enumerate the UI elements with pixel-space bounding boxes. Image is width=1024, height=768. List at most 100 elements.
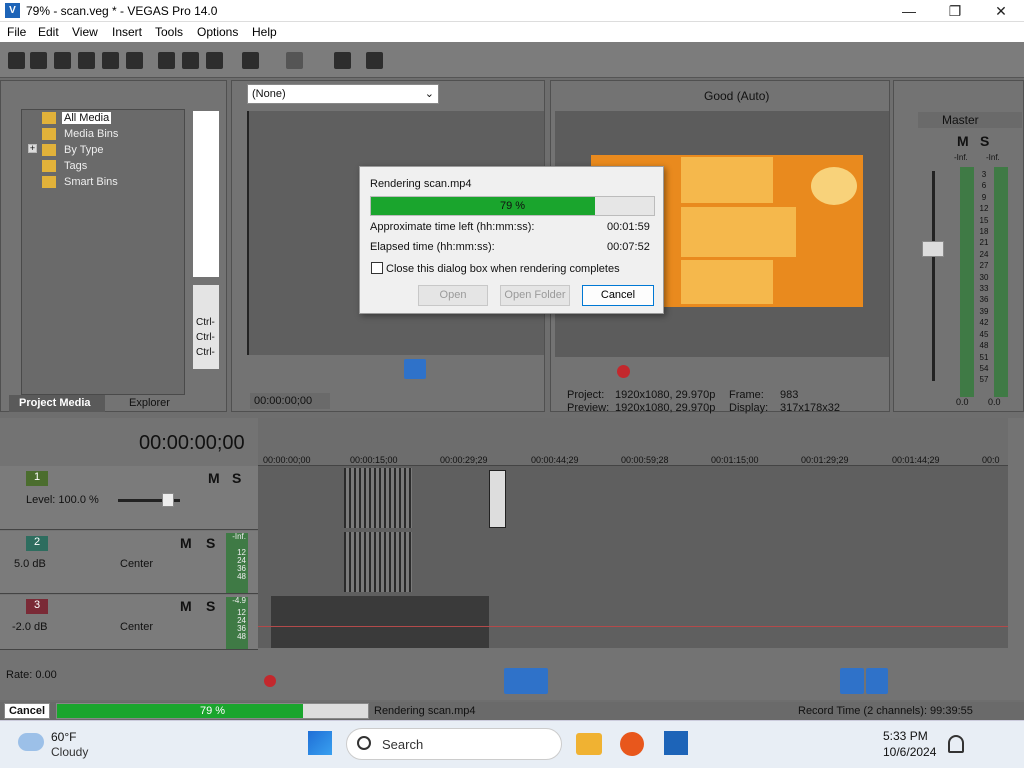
open-icon[interactable] [30,52,47,69]
close-button[interactable]: ✕ [978,0,1024,22]
menu-tools[interactable]: Tools [155,25,183,39]
save-icon[interactable] [54,52,71,69]
master-inf-right: -Inf. [986,153,1000,162]
help-icon[interactable] [366,52,383,69]
clock-date[interactable]: 10/6/2024 [883,745,936,759]
menu-view[interactable]: View [72,25,98,39]
track-solo[interactable]: S [206,535,215,551]
db-scale-tick: 24 [979,249,989,259]
video-clip[interactable] [489,470,506,528]
tab-explorer[interactable]: Explorer [129,397,170,409]
properties-icon[interactable] [126,52,143,69]
track-mute[interactable]: M [208,470,220,486]
status-cancel-button[interactable]: Cancel [4,703,50,719]
track-header-audio-2: 2 M S 5.0 dB Center -Inf. 12 24 36 48 [0,531,258,594]
menu-insert[interactable]: Insert [112,25,142,39]
clock-time[interactable]: 5:33 PM [883,729,928,743]
db-scale-tick: 30 [979,272,989,282]
render-progress-bar: 79 % [370,196,655,216]
trimmer-active-tool-icon[interactable] [404,359,426,379]
record-time: Record Time (2 channels): 99:39:55 [798,705,973,717]
media-key-panel: Ctrl- Ctrl- Ctrl- [193,285,219,369]
weather-status[interactable]: Cloudy [51,745,88,759]
time-left-value: 00:01:59 [607,221,650,233]
taskbar-search[interactable]: Search [346,728,562,760]
close-when-done-checkbox[interactable] [371,262,383,274]
tree-media-bins[interactable]: Media Bins [64,128,118,140]
snapping-icon[interactable] [840,668,864,694]
db-scale-tick: 33 [979,284,989,294]
master-bus-panel: Master M S -Inf. -Inf. 3 6 9 12 15 18 21 24 27 30… [893,80,1024,412]
master-val-left: 0.0 [956,397,969,407]
open-folder-button[interactable]: Open Folder [500,285,570,306]
expand-icon[interactable]: + [28,144,37,153]
db-scale-tick: 54 [979,363,989,373]
notification-bell-icon[interactable] [948,735,964,753]
close-when-done-label: Close this dialog box when rendering com… [386,263,620,275]
track-number: 1 [26,471,48,486]
cancel-render-button[interactable]: Cancel [582,285,654,306]
track-solo[interactable]: S [206,598,215,614]
tree-smart-bins[interactable]: Smart Bins [64,176,118,188]
tree-tags[interactable]: Tags [64,160,87,172]
level-slider-handle[interactable] [162,493,174,507]
minimize-button[interactable]: — [886,0,932,22]
plugin-icon[interactable] [334,52,351,69]
new-icon[interactable] [8,52,25,69]
menu-bar: File Edit View Insert Tools Options Help [0,22,1024,42]
redo-icon[interactable] [286,52,303,69]
track-header-audio-3: 3 M S -2.0 dB Center -4.9 12 24 36 48 [0,595,258,650]
record-icon[interactable] [617,365,630,378]
db-scale-tick: 36 [979,295,989,305]
file-explorer-icon[interactable] [576,733,602,755]
elapsed-label: Elapsed time (hh:mm:ss): [370,241,495,253]
render-icon[interactable] [102,52,119,69]
weather-temp[interactable]: 60°F [51,730,76,744]
start-icon[interactable] [308,731,332,755]
menu-options[interactable]: Options [197,25,238,39]
master-mute[interactable]: M [957,133,969,149]
master-title: Master [918,112,1022,128]
maximize-button[interactable]: ❐ [932,0,978,22]
tree-all-media[interactable]: All Media [62,112,112,124]
audio-clip-cluster[interactable] [344,532,412,592]
dialog-title: Rendering scan.mp4 [370,178,472,190]
save-as-icon[interactable] [78,52,95,69]
db-scale-tick: 27 [979,261,989,271]
undo-icon[interactable] [242,52,259,69]
vegas-taskbar-icon[interactable] [664,731,688,755]
paste-icon[interactable] [206,52,223,69]
folder-icon [42,176,56,188]
menu-help[interactable]: Help [252,25,277,39]
master-fader-track [932,171,935,381]
track-solo[interactable]: S [232,470,241,486]
firefox-icon[interactable] [620,732,644,756]
record-icon[interactable] [264,675,276,687]
copy-icon[interactable] [182,52,199,69]
tree-by-type[interactable]: By Type [64,144,104,156]
trimmer-dropdown[interactable]: (None) ⌄ [247,84,439,104]
open-button[interactable]: Open [418,285,488,306]
db-scale-tick: 45 [979,329,989,339]
preview-quality[interactable]: Good (Auto) [704,89,769,103]
menu-file[interactable]: File [7,25,26,39]
audio-clip[interactable] [271,596,489,648]
track-mute[interactable]: M [180,535,192,551]
master-solo[interactable]: S [980,133,989,149]
track-mute[interactable]: M [180,598,192,614]
normal-edit-tool-icon[interactable] [504,668,548,694]
tab-project-media[interactable]: Project Media [9,395,105,412]
db-scale-tick: 39 [979,306,989,316]
video-clip-cluster[interactable] [344,468,412,528]
render-progress-text: 79 % [499,200,526,212]
track-number: 2 [26,536,48,551]
db-scale-tick: 9 [981,192,987,202]
master-fader-handle[interactable] [922,241,944,257]
search-placeholder: Search [382,737,424,752]
menu-edit[interactable]: Edit [38,25,59,39]
status-progress-bar: 79 % [56,703,369,719]
auto-crossfade-icon[interactable] [866,668,888,694]
db-scale-tick: 42 [979,318,989,328]
cut-icon[interactable] [158,52,175,69]
master-db-scale: 3 6 9 12 15 18 21 24 27 30 33 36 39 42 45 48 51 54 57 [974,169,994,386]
